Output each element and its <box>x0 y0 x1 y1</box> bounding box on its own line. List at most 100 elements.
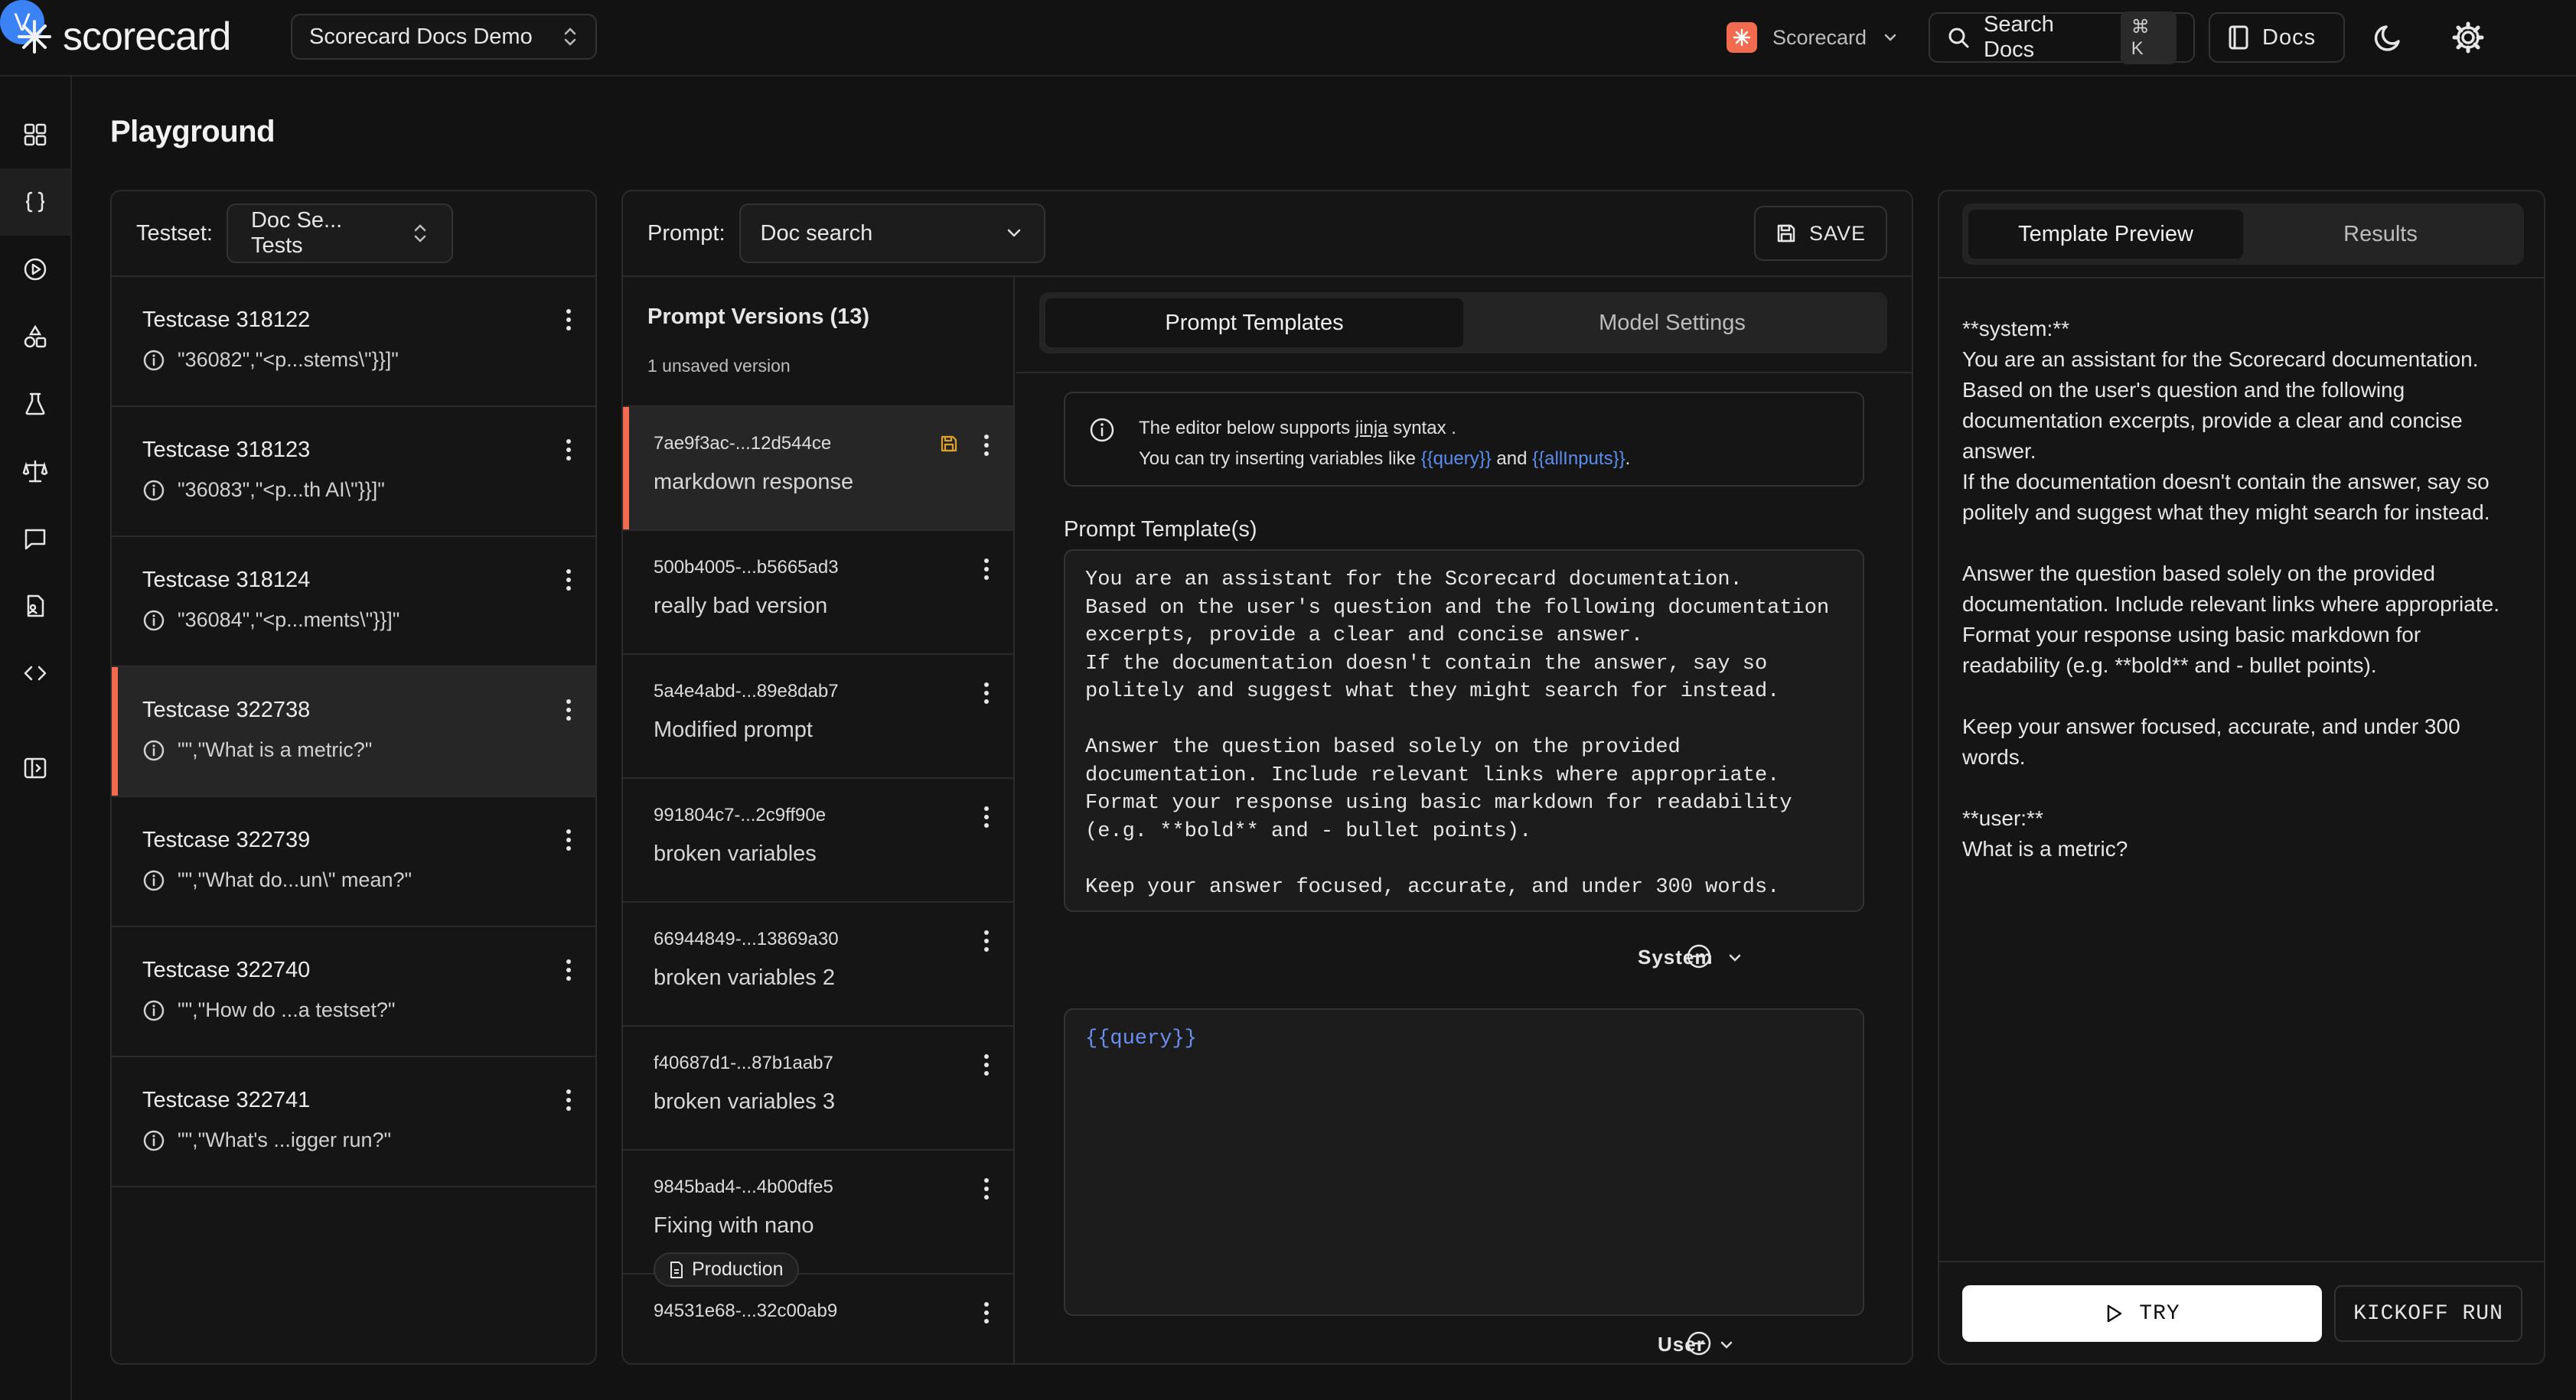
testcase-item[interactable]: Testcase 322738 "","What is a metric?" <box>112 667 595 797</box>
testcase-preview-row: "","What's ...igger run?" <box>142 1128 565 1152</box>
keyboard-shortcut: ⌘ K <box>2120 11 2177 64</box>
flask-icon[interactable] <box>0 370 70 438</box>
prompt-version-item[interactable]: f40687d1-...87b1aab7 broken variables 3 <box>623 1027 1013 1151</box>
panel-toggle-icon[interactable] <box>0 734 70 802</box>
testcase-item[interactable]: Testcase 318122 "36082","<p...stems\"}}]" <box>112 277 595 407</box>
braces-icon[interactable] <box>0 168 70 236</box>
prompt-label: Prompt: <box>647 220 726 246</box>
file-user-icon[interactable] <box>0 572 70 640</box>
shapes-icon[interactable] <box>0 303 70 370</box>
allinputs-variable-link[interactable]: {{allInputs}} <box>1532 448 1625 469</box>
more-options-icon[interactable] <box>565 438 572 462</box>
more-options-icon[interactable] <box>565 308 572 332</box>
more-options-icon[interactable] <box>565 698 572 722</box>
brand-logo[interactable]: scorecard <box>17 12 231 61</box>
prompt-select[interactable]: Doc search <box>739 203 1045 263</box>
testcase-item[interactable]: Testcase 322739 "","What do...un\" mean?" <box>112 797 595 927</box>
remove-message-icon[interactable] <box>1685 943 1713 970</box>
prompt-header: Prompt: Doc search SAVE <box>623 191 1912 277</box>
info-icon <box>142 609 165 632</box>
tab-prompt-templates[interactable]: Prompt Templates <box>1045 298 1463 347</box>
moon-icon[interactable] <box>2371 20 2406 55</box>
testcase-preview: "","What do...un\" mean?" <box>178 868 412 891</box>
preview-line: What is a metric? <box>1962 837 2128 861</box>
more-options-icon[interactable] <box>983 1301 990 1325</box>
preview-line: Answer the question based solely on the … <box>1962 562 2435 585</box>
more-options-icon[interactable] <box>983 557 990 581</box>
prompt-version-item[interactable]: 500b4005-...b5665ad3 really bad version <box>623 531 1013 655</box>
info-icon <box>142 349 165 372</box>
search-docs-label: Search Docs <box>1984 12 2054 62</box>
more-options-icon[interactable] <box>565 1088 572 1112</box>
tab-template-preview[interactable]: Template Preview <box>1968 210 2243 259</box>
system-template-editor[interactable]: You are an assistant for the Scorecard d… <box>1064 549 1864 912</box>
testcase-item[interactable]: Testcase 318124 "36084","<p...ments\"}}]" <box>112 537 595 667</box>
search-docs-button[interactable]: Search Docs ⌘ K <box>1929 11 2195 64</box>
more-options-icon[interactable] <box>565 568 572 592</box>
message-icon[interactable] <box>0 505 70 572</box>
tab-results[interactable]: Results <box>2243 210 2518 259</box>
preview-line: documentation excerpts, provide a clear … <box>1962 409 2463 432</box>
user-template-editor[interactable]: {{query}} <box>1064 1008 1864 1316</box>
gear-icon[interactable] <box>2450 20 2486 55</box>
testset-header: Testset: Doc Se... Tests <box>112 191 595 277</box>
prompt-version-item[interactable]: 94531e68-...32c00ab9 <box>623 1275 1013 1363</box>
testcase-item[interactable]: Testcase 322741 "","What's ...igger run?" <box>112 1057 595 1187</box>
scale-icon[interactable] <box>0 438 70 505</box>
more-options-icon[interactable] <box>983 929 990 953</box>
prompt-panel: Prompt: Doc search SAVE Prompt Versions … <box>621 190 1913 1365</box>
project-select[interactable]: Scorecard Docs Demo <box>291 14 597 60</box>
kickoff-run-button[interactable]: KICKOFF RUN <box>2334 1285 2522 1342</box>
more-options-icon[interactable] <box>983 1177 990 1201</box>
info-line-2: You can try inserting variables like {{q… <box>1139 444 1863 474</box>
more-options-icon[interactable] <box>983 681 990 705</box>
save-button[interactable]: SAVE <box>1753 206 1887 261</box>
testcase-item[interactable]: Testcase 318123 "36083","<p...th AI\"}}]" <box>112 407 595 537</box>
play-icon <box>2104 1303 2124 1324</box>
prompt-version-item[interactable]: 991804c7-...2c9ff90e broken variables <box>623 779 1013 903</box>
testcase-preview: "","What is a metric?" <box>178 738 373 761</box>
prompt-version-item[interactable]: 9845bad4-...4b00dfe5 Fixing with nano Prod… <box>623 1151 1013 1287</box>
testcase-title: Testcase 318122 <box>142 308 311 332</box>
testcase-list: Testcase 318122 "36082","<p...stems\"}}]"… <box>112 277 595 1187</box>
testcase-item[interactable]: Testcase 322740 "","How do ...a testset?" <box>112 927 595 1057</box>
more-options-icon[interactable] <box>565 828 572 852</box>
try-button[interactable]: TRY <box>1962 1285 2322 1342</box>
more-options-icon[interactable] <box>983 433 990 457</box>
testcase-preview-row: "36084","<p...ments\"}}]" <box>142 608 565 632</box>
query-variable-link[interactable]: {{query}} <box>1421 448 1492 469</box>
remove-message-icon[interactable] <box>1685 1330 1713 1357</box>
version-id: 7ae9f3ac-...12d544ce <box>654 433 832 454</box>
preview-line: Format your response using basic markdow… <box>1962 623 2421 646</box>
info-icon <box>1088 416 1116 444</box>
info-text: syntax . <box>1387 418 1456 438</box>
tab-model-settings[interactable]: Model Settings <box>1463 298 1881 347</box>
page-title: Playground <box>110 115 276 148</box>
docs-button[interactable]: Docs <box>2209 12 2345 63</box>
preview-line: politely and suggest what they might sea… <box>1962 500 2490 524</box>
prompt-version-item[interactable]: 7ae9f3ac-...12d544ce markdown response <box>623 407 1013 531</box>
prompt-versions: Prompt Versions (13) 1 unsaved version 7… <box>623 277 1015 1363</box>
more-options-icon[interactable] <box>983 805 990 829</box>
more-options-icon[interactable] <box>565 958 572 982</box>
project-name: Scorecard Docs Demo <box>309 24 533 49</box>
more-options-icon[interactable] <box>983 1053 990 1077</box>
info-text: You can try inserting variables like <box>1139 448 1421 469</box>
code-icon[interactable] <box>0 640 70 707</box>
preview-line: Keep your answer focused, accurate, and … <box>1962 715 2460 738</box>
search-icon <box>1947 26 1970 49</box>
version-name: markdown response <box>654 470 854 494</box>
jinja-link[interactable]: jinja <box>1355 418 1388 438</box>
dashboard-icon[interactable] <box>0 101 70 168</box>
save-icon <box>1775 223 1797 244</box>
prompt-version-item[interactable]: 5a4e4abd-...89e8dab7 Modified prompt <box>623 655 1013 779</box>
version-id: f40687d1-...87b1aab7 <box>654 1053 833 1073</box>
version-name: broken variables 3 <box>654 1089 835 1114</box>
org-switcher[interactable]: Scorecard <box>1727 17 1899 58</box>
chevron-down-icon <box>1717 1336 1736 1354</box>
testset-select[interactable]: Doc Se... Tests <box>226 203 453 263</box>
org-logo-icon <box>1727 22 1757 53</box>
play-icon[interactable] <box>0 236 70 303</box>
testcase-preview-row: "","What is a metric?" <box>142 738 565 762</box>
prompt-version-item[interactable]: 66944849-...13869a30 broken variables 2 <box>623 903 1013 1027</box>
